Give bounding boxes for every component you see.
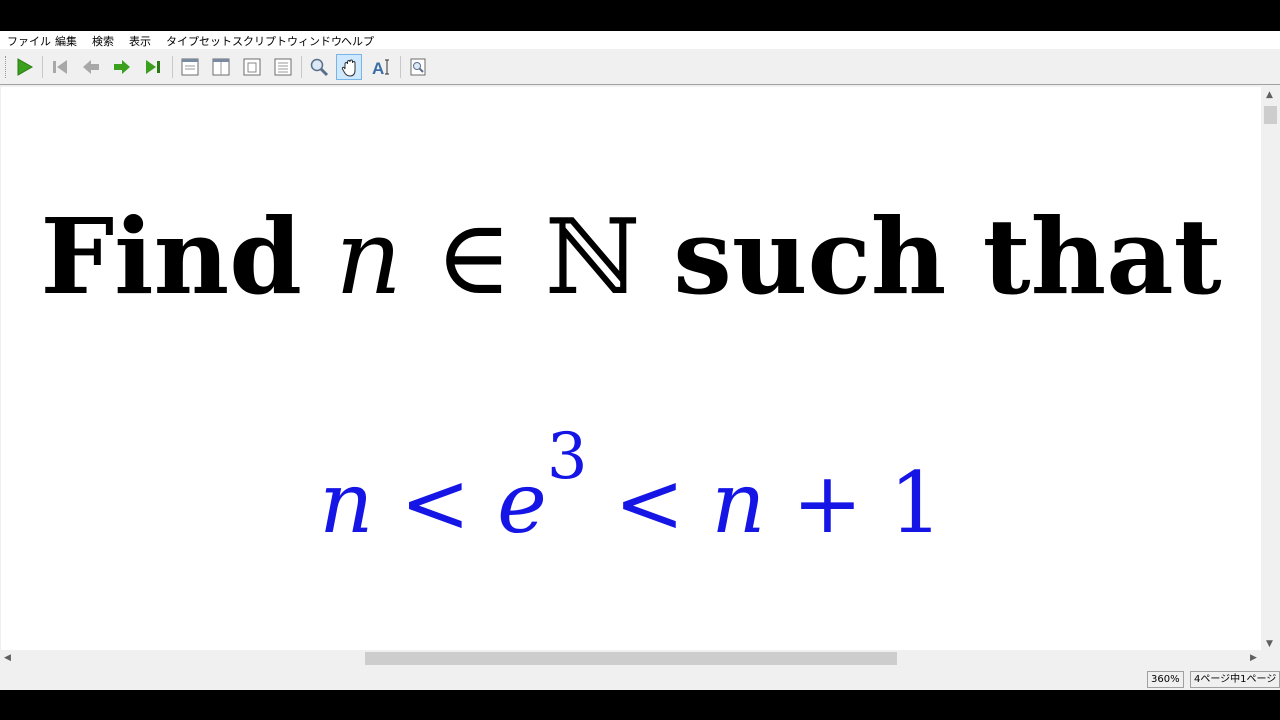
- menu-file[interactable]: ファイル: [7, 33, 51, 49]
- vertical-scrollbar[interactable]: ▲ ▼: [1262, 87, 1279, 653]
- first-page-button[interactable]: [47, 54, 73, 80]
- single-page-button[interactable]: [177, 54, 203, 80]
- status-bar: 360% 4ページ中1ページ: [0, 668, 1280, 690]
- zoom-button[interactable]: [306, 54, 332, 80]
- exponent: 3: [546, 420, 588, 494]
- svg-text:A: A: [372, 59, 384, 77]
- constant-e: e: [497, 454, 547, 552]
- menu-help[interactable]: ヘルプ: [341, 33, 374, 49]
- last-page-button[interactable]: [140, 54, 166, 80]
- hand-tool-button[interactable]: [336, 54, 362, 80]
- menu-typeset[interactable]: タイプセット: [166, 33, 232, 49]
- variable-n: n: [711, 454, 766, 552]
- zoom-level[interactable]: 360%: [1147, 671, 1184, 688]
- plus-symbol: +: [792, 454, 863, 552]
- inequality-equation: n < e3 < n + 1: [1, 425, 1261, 563]
- less-than-symbol: <: [400, 454, 471, 552]
- fit-page-button[interactable]: [239, 54, 265, 80]
- prev-page-icon: [83, 60, 99, 74]
- menu-search[interactable]: 検索: [92, 33, 114, 49]
- scroll-right-icon[interactable]: ▶: [1250, 652, 1257, 664]
- element-of-symbol: ∈: [435, 196, 513, 318]
- menu-edit[interactable]: 編集: [55, 33, 77, 49]
- continuous-button[interactable]: [270, 54, 296, 80]
- menu-window[interactable]: ウィンドウ: [287, 33, 342, 49]
- menu-script[interactable]: スクリプト: [232, 33, 287, 49]
- number-one: 1: [889, 454, 943, 552]
- less-than-symbol: <: [614, 454, 685, 552]
- variable-n: n: [319, 454, 374, 552]
- next-page-button[interactable]: [109, 54, 135, 80]
- next-page-icon: [114, 60, 130, 74]
- double-page-icon: [212, 58, 230, 76]
- magnifier-icon: [410, 58, 426, 76]
- problem-heading: Find n ∈ ℕ such that: [1, 195, 1261, 318]
- hand-icon: [341, 59, 356, 77]
- continuous-icon: [274, 58, 292, 76]
- fit-page-icon: [243, 58, 261, 76]
- find-text: Find: [40, 195, 302, 318]
- horizontal-scrollbar[interactable]: ◀ ▶: [0, 650, 1262, 667]
- toolbar-separator: [301, 56, 302, 78]
- toolbar-separator: [42, 56, 43, 78]
- viewer-window: ファイル 編集 検索 表示 タイプセット スクリプト ウィンドウ ヘルプ A F…: [0, 31, 1280, 690]
- document-view[interactable]: Find n ∈ ℕ such that n < e3 < n + 1: [1, 87, 1261, 653]
- text-select-icon: A: [372, 59, 389, 77]
- last-page-icon: [146, 60, 160, 74]
- text-select-button[interactable]: A: [368, 54, 394, 80]
- vertical-scroll-thumb[interactable]: [1264, 106, 1277, 124]
- play-icon: [17, 58, 34, 76]
- magnifier-button[interactable]: [405, 54, 431, 80]
- toolbar-separator: [172, 56, 173, 78]
- menu-bar: ファイル 編集 検索 表示 タイプセット スクリプト ウィンドウ ヘルプ: [0, 31, 1280, 49]
- variable-n: n: [335, 196, 403, 318]
- page-indicator: 4ページ中1ページ: [1190, 671, 1280, 688]
- toolbar: A: [0, 50, 1280, 85]
- toolbar-separator: [400, 56, 401, 78]
- typeset-button[interactable]: [11, 54, 37, 80]
- scroll-up-icon[interactable]: ▲: [1266, 89, 1273, 101]
- scroll-left-icon[interactable]: ◀: [4, 652, 11, 664]
- prev-page-button[interactable]: [78, 54, 104, 80]
- menu-view[interactable]: 表示: [129, 33, 151, 49]
- such-that-text: such that: [673, 195, 1222, 318]
- single-page-icon: [181, 58, 199, 76]
- horizontal-scroll-thumb[interactable]: [365, 652, 897, 665]
- zoom-icon: [310, 58, 329, 77]
- naturals-symbol: ℕ: [545, 196, 641, 318]
- first-page-icon: [53, 60, 67, 74]
- toolbar-grip[interactable]: [5, 56, 8, 78]
- double-page-button[interactable]: [208, 54, 234, 80]
- scroll-down-icon[interactable]: ▼: [1266, 638, 1273, 650]
